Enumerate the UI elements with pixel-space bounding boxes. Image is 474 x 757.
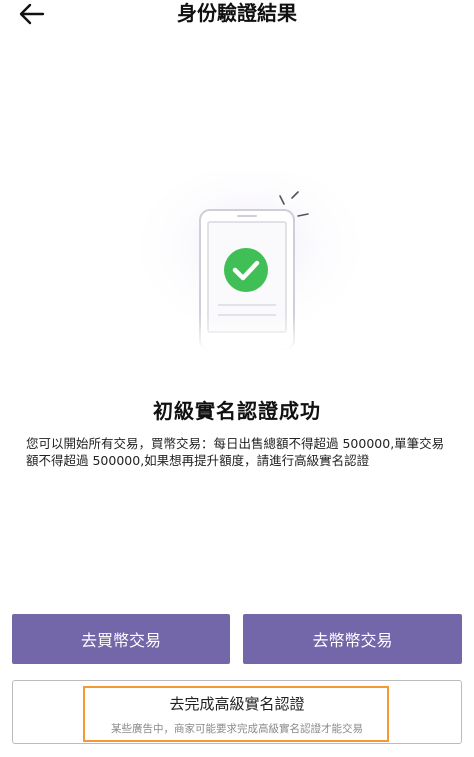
header: 身份驗證結果 — [0, 0, 474, 36]
go-buy-coin-button[interactable]: 去買幣交易 — [12, 614, 230, 664]
result-title: 初級實名認證成功 — [153, 399, 321, 423]
result-description: 您可以開始所有交易，買幣交易：每日出售總額不得超過 500000,單筆交易額不得… — [26, 436, 445, 468]
advanced-verification-note: 某些廣告中，商家可能要求完成高級實名認證才能交易 — [111, 723, 363, 735]
advanced-verification-button[interactable]: 去完成高級實名認證 某些廣告中，商家可能要求完成高級實名認證才能交易 — [12, 680, 462, 744]
verification-result-page: 身份驗證結果 初級實名認證成功 您可以開始所有交易，買幣交易：每日出售總額不得超… — [0, 0, 474, 757]
advanced-verification-label: 去完成高級實名認證 — [169, 695, 305, 713]
verification-illustration — [130, 165, 365, 351]
go-coin-trade-button[interactable]: 去幣幣交易 — [243, 614, 462, 664]
phone-check-icon — [135, 165, 365, 351]
page-title: 身份驗證結果 — [177, 1, 297, 25]
